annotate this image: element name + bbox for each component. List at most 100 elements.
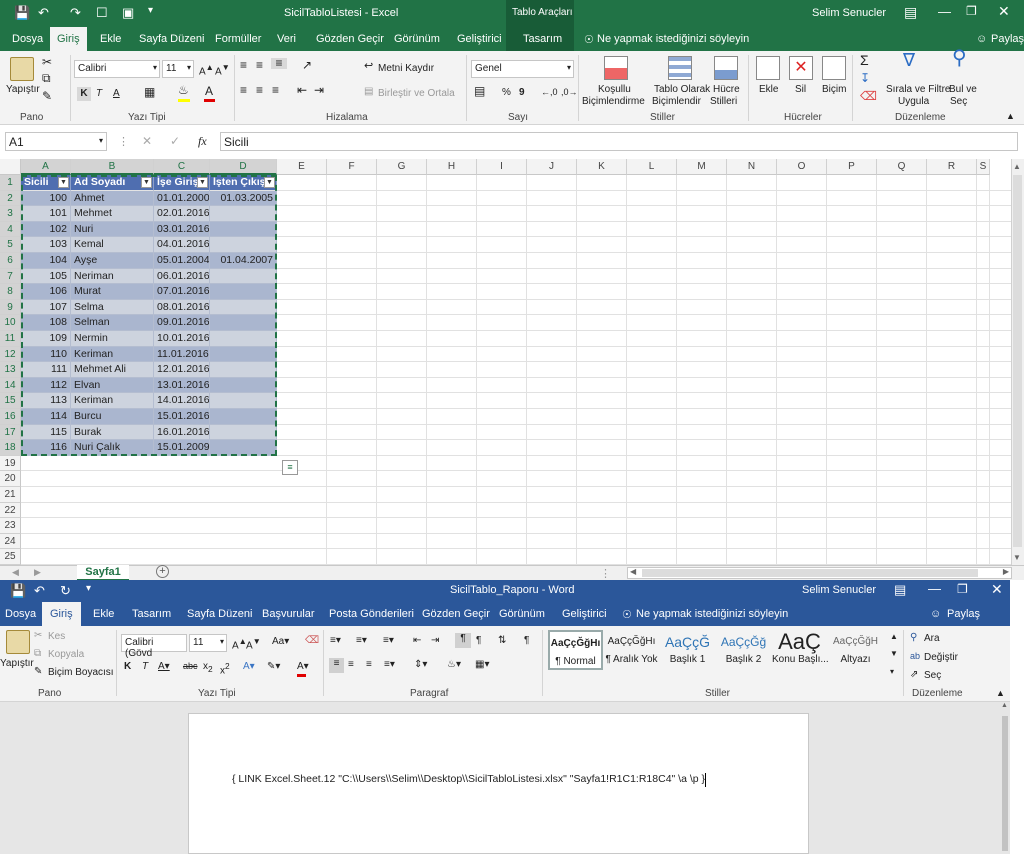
word-user-name[interactable]: Selim Senucler (802, 584, 876, 596)
table-cell[interactable]: Mehmet (71, 206, 154, 222)
row-header-20[interactable]: 20 (0, 471, 21, 487)
shrink-font-icon[interactable]: A▼ (215, 62, 230, 77)
table-cell[interactable] (210, 237, 277, 253)
word-tell-me-input[interactable]: Ne yapmak istediğinizi söyleyin (636, 608, 788, 620)
table-cell[interactable]: 114 (21, 409, 71, 425)
conditional-format-label-1[interactable]: Koşullu (598, 84, 631, 95)
column-header-m[interactable]: M (677, 159, 727, 175)
word-replace-icon[interactable]: ab (910, 651, 920, 662)
paste-button[interactable]: Yapıştır (6, 84, 40, 95)
style-6[interactable]: AaÇçĞğH Altyazı (828, 630, 883, 670)
table-header-cell[interactable]: Ad Soyadı ▼ (71, 175, 154, 191)
collapse-ribbon-icon[interactable]: ▲ (1006, 111, 1015, 122)
merge-icon[interactable]: ▤ (364, 86, 373, 97)
word-font-size-select[interactable]: 11 ▾ (189, 634, 227, 652)
table-cell[interactable]: 16.01.2016 (154, 424, 210, 441)
word-vertical-scrollbar[interactable]: ▲ (1000, 702, 1010, 854)
touch-mode-icon[interactable]: ☐ (96, 5, 108, 21)
table-cell[interactable]: Mehmet Ali (71, 362, 154, 378)
word-underline-icon[interactable]: A▾ (158, 661, 170, 672)
table-cell[interactable]: Elvan (71, 377, 154, 394)
table-cell[interactable]: 110 (21, 346, 71, 363)
word-tab-posta[interactable]: Posta Gönderileri (329, 608, 414, 620)
autosum-icon[interactable]: Σ (860, 53, 869, 67)
table-cell[interactable]: 104 (21, 253, 71, 269)
table-cell[interactable]: 05.01.2004 (154, 253, 210, 269)
comma-button[interactable]: 9 (519, 87, 525, 98)
table-cell[interactable] (210, 346, 277, 363)
row-header-4[interactable]: 4 (0, 221, 21, 238)
share-button[interactable]: Paylaş (991, 33, 1024, 45)
style-1[interactable]: AaÇçĞğHı ¶ Normal (548, 630, 603, 670)
save-icon[interactable]: 💾 (14, 5, 30, 21)
format-painter-icon[interactable]: ✎ (42, 90, 52, 102)
table-cell[interactable]: 01.04.2007 (210, 253, 277, 269)
orientation-icon[interactable]: ↗ (302, 59, 312, 71)
align-middle-icon[interactable]: ≡ (256, 59, 263, 71)
table-cell[interactable]: 116 (21, 440, 71, 456)
table-cell[interactable]: 08.01.2016 (154, 299, 210, 316)
sort-filter-label-2[interactable]: Uygula (898, 96, 929, 107)
camera-icon[interactable]: ▣ (122, 5, 134, 21)
word-minimize-icon[interactable]: — (928, 581, 941, 596)
table-cell[interactable] (210, 409, 277, 425)
word-line-spacing-icon[interactable]: ⇕▾ (414, 659, 427, 670)
word-multilevel-icon[interactable]: ≡▾ (383, 635, 394, 646)
word-find-icon[interactable]: ⚲ (910, 632, 917, 643)
table-cell[interactable]: 107 (21, 299, 71, 316)
merge-center-button[interactable]: Birleştir ve Ortala (378, 88, 455, 99)
row-header-15[interactable]: 15 (0, 393, 21, 409)
undo-icon[interactable]: ↶ (38, 5, 49, 21)
currency-icon[interactable]: ▤ (474, 85, 485, 97)
word-bold-icon[interactable]: K (124, 661, 131, 672)
table-cell[interactable]: Burcu (71, 409, 154, 425)
spreadsheet-grid[interactable]: A B C D E F G H I J K L M N O P Q R S ▲ ▼ 1 2 3 4 5 6 7 8 9 10 11 12 13 14… (0, 159, 1024, 565)
column-header-i[interactable]: I (477, 159, 527, 175)
redo-icon[interactable]: ↷ (70, 5, 81, 21)
prev-sheet-icon[interactable]: ◀ (12, 567, 19, 578)
column-header-q[interactable]: Q (877, 159, 927, 175)
table-cell[interactable]: Keriman (71, 393, 154, 409)
tab-dosya[interactable]: Dosya (12, 33, 43, 45)
conditional-format-icon[interactable] (604, 56, 628, 80)
word-cut-button[interactable]: Kes (48, 631, 65, 642)
delete-cells-icon[interactable]: ✕ (789, 56, 813, 80)
column-header-c[interactable]: C (154, 159, 210, 175)
row-header-24[interactable]: 24 (0, 533, 21, 550)
table-cell[interactable]: 106 (21, 284, 71, 300)
tell-me-input[interactable]: Ne yapmak istediğinizi söyleyin (597, 33, 749, 45)
table-cell[interactable]: 04.01.2016 (154, 237, 210, 253)
paste-icon[interactable] (10, 57, 34, 81)
conditional-format-label-2[interactable]: Biçimlendirme (582, 96, 645, 107)
table-cell[interactable]: 113 (21, 393, 71, 409)
word-tab-giris[interactable]: Giriş (42, 602, 81, 626)
table-header-cell[interactable]: Sicili ▼ (21, 175, 71, 191)
word-grow-font-icon[interactable]: A▲ (232, 636, 247, 651)
table-cell[interactable] (210, 221, 277, 238)
word-scroll-up-icon[interactable]: ▲ (1001, 702, 1008, 709)
word-numbering-icon[interactable]: ≡▾ (356, 635, 367, 646)
row-header-10[interactable]: 10 (0, 315, 21, 331)
formula-bar-splitter-icon[interactable]: ⋮ (118, 135, 129, 148)
fill-icon[interactable]: ↧ (860, 72, 870, 84)
word-superscript-icon[interactable]: x2 (220, 661, 230, 676)
table-cell[interactable]: 103 (21, 237, 71, 253)
word-find-button[interactable]: Ara (924, 633, 940, 644)
row-header-13[interactable]: 13 (0, 362, 21, 378)
word-maximize-icon[interactable]: ❐ (957, 582, 968, 596)
column-header-n[interactable]: N (727, 159, 777, 175)
style-2[interactable]: AaÇçĞğHı ¶ Aralık Yok (604, 630, 659, 670)
italic-button[interactable]: T (96, 88, 102, 99)
table-cell[interactable]: Keriman (71, 346, 154, 363)
word-format-painter-icon[interactable]: ✎ (34, 666, 42, 677)
word-ltr-icon[interactable]: ¶ (455, 633, 471, 648)
word-replace-button[interactable]: Değiştir (924, 652, 958, 663)
decrease-decimal-icon[interactable]: ,0→ (561, 87, 578, 98)
table-cell[interactable]: Kemal (71, 237, 154, 253)
excel-user-name[interactable]: Selim Senucler (812, 7, 886, 19)
row-header-9[interactable]: 9 (0, 299, 21, 316)
table-cell[interactable] (210, 393, 277, 409)
vertical-scroll-thumb[interactable] (1013, 175, 1022, 547)
word-justify-icon[interactable]: ≡▾ (384, 659, 395, 670)
table-cell[interactable]: Nuri Çalık (71, 440, 154, 456)
